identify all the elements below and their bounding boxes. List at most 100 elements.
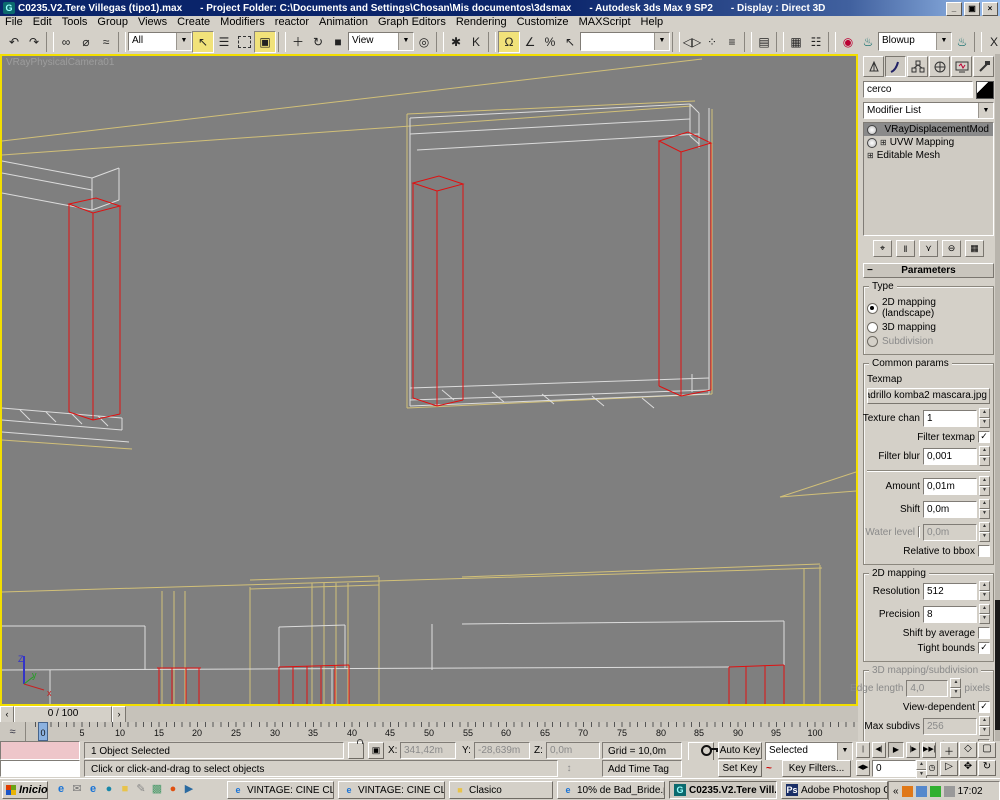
opera-quicklaunch-icon[interactable]: ● (166, 782, 180, 797)
spinner[interactable]: ▲ ▼ (979, 604, 990, 624)
radio-3d-mapping[interactable] (867, 322, 878, 333)
key-mode-toggle[interactable]: ◀▶ (856, 760, 870, 776)
undo-icon[interactable]: ↶ (4, 31, 24, 52)
precision-field[interactable]: 8 (923, 605, 977, 623)
motion-tab-icon[interactable] (929, 56, 950, 77)
menu-file[interactable]: File (0, 16, 28, 29)
tray-icon-1[interactable] (901, 785, 913, 797)
show-end-result-icon[interactable]: ‖ (896, 240, 915, 257)
modifier-on-bulb-icon[interactable] (867, 124, 877, 135)
stack-item-uvw-mapping[interactable]: ⊞ UVW Mapping (864, 136, 993, 149)
redo-icon[interactable]: ↷ (24, 31, 44, 52)
schematic-view-icon[interactable]: ☷ (806, 31, 826, 52)
messenger-quicklaunch-icon[interactable]: ● (102, 782, 116, 797)
maxscript-listener-pink[interactable] (0, 741, 80, 760)
modify-tab-icon[interactable] (885, 56, 906, 77)
fov-icon[interactable]: ▷ (940, 760, 958, 776)
restore-button[interactable]: ▣ (964, 2, 980, 16)
chevron-down-icon[interactable]: ▼ (654, 33, 669, 50)
x-coordinate-field[interactable]: 341,42m (400, 742, 456, 759)
render-type-dropdown[interactable]: Blowup ▼ (878, 32, 952, 51)
zoom-extents-icon[interactable]: ◇ (959, 742, 977, 758)
menu-tools[interactable]: Tools (57, 16, 93, 29)
selection-filter-dropdown[interactable]: All ▼ (128, 32, 192, 51)
tray-icon-4[interactable] (943, 785, 955, 797)
tray-chevron[interactable]: « (893, 786, 899, 797)
panel-scrollbar[interactable] (995, 54, 1000, 742)
snap-3d-icon[interactable]: Ω (498, 30, 520, 53)
modifier-list-dropdown[interactable]: Modifier List ▼ (863, 102, 994, 119)
max-subdivs-field[interactable]: 256 (923, 717, 977, 735)
taskbar-item-clasico[interactable]: ■ Clasico (449, 781, 553, 799)
add-time-tag[interactable]: Add Time Tag (602, 760, 682, 777)
texture-chan-field[interactable]: 1 (923, 409, 977, 427)
window-crossing-icon[interactable]: ▣ (254, 30, 276, 53)
ie-quicklaunch-icon[interactable]: e (54, 782, 68, 797)
menu-reactor[interactable]: reactor (270, 16, 314, 29)
y-coordinate-field[interactable]: -28,639m (474, 742, 530, 759)
ie-quicklaunch-icon[interactable]: e (86, 782, 100, 797)
menu-animation[interactable]: Animation (314, 16, 373, 29)
z-coordinate-field[interactable]: 0,0m (546, 742, 600, 759)
spinner[interactable]: ▲ ▼ (979, 499, 990, 519)
select-by-name-icon[interactable]: ☰ (214, 31, 234, 52)
auto-key-button[interactable]: Auto Key (718, 742, 762, 759)
shift-by-average-checkbox[interactable] (978, 627, 990, 639)
select-manipulate-icon[interactable]: ✱ (446, 31, 466, 52)
go-to-start-button[interactable]: |◀◀ (856, 742, 870, 767)
close-button[interactable]: × (982, 2, 998, 16)
radio-2d-mapping[interactable] (867, 302, 878, 314)
taskbar-item-vintage-1[interactable]: e VINTAGE: CINE CLA... (227, 781, 334, 799)
utilities-tab-icon[interactable] (973, 56, 994, 77)
minimize-button[interactable]: _ (946, 2, 962, 16)
parameters-rollout-header[interactable]: − Parameters (863, 263, 994, 278)
tray-icon-2[interactable] (915, 785, 927, 797)
start-button[interactable]: Inicio (2, 781, 48, 799)
bind-to-spacewarp-icon[interactable]: ≈ (96, 31, 116, 52)
angle-snap-icon[interactable]: ∠ (520, 31, 540, 52)
pan-hand-icon[interactable]: ✥ (959, 760, 977, 776)
maxscript-listener-white[interactable] (0, 760, 80, 777)
menu-rendering[interactable]: Rendering (451, 16, 512, 29)
pencil-quicklaunch-icon[interactable]: ✎ (134, 782, 148, 797)
unlink-selection-icon[interactable]: ⌀ (76, 31, 96, 52)
amount-field[interactable]: 0,01m (923, 477, 977, 495)
key-filters-button[interactable]: Key Filters... (782, 760, 851, 777)
filter-texmap-checkbox[interactable]: ✓ (978, 431, 990, 443)
shift-field[interactable]: 0,0m (923, 500, 977, 518)
chevron-down-icon[interactable]: ▼ (978, 103, 993, 118)
next-frame-button[interactable]: |▶ (906, 742, 920, 758)
previous-frame-button[interactable]: ◀| (872, 742, 886, 758)
taskbar-item-download[interactable]: e 10% de Bad_Bride.p... (557, 781, 665, 799)
axis-x-button[interactable]: X (984, 31, 1000, 52)
arc-rotate-icon[interactable]: ↻ (978, 760, 996, 776)
align-icon[interactable]: ≡ (722, 31, 742, 52)
time-configuration-icon[interactable]: ◷ (926, 760, 938, 776)
chevron-down-icon[interactable]: ▼ (176, 33, 191, 50)
select-object-icon[interactable]: ↖ (192, 30, 214, 53)
track-bar[interactable]: ≈ 0 5 10 15 20 25 30 35 40 45 50 55 60 6… (0, 722, 858, 742)
media-player-quicklaunch-icon[interactable]: ▶ (182, 782, 196, 797)
mail-quicklaunch-icon[interactable]: ✉ (70, 782, 84, 797)
folder-quicklaunch-icon[interactable]: ■ (118, 782, 132, 797)
curve-editor-icon[interactable]: ▦ (786, 31, 806, 52)
edit-named-selections-icon[interactable]: ↖ (560, 31, 580, 52)
menu-create[interactable]: Create (172, 16, 215, 29)
filter-blur-field[interactable]: 0,001 (923, 447, 977, 465)
layer-manager-icon[interactable]: ▤ (754, 31, 774, 52)
stack-item-vraydisplacementmod[interactable]: VRayDisplacementMod (864, 123, 993, 136)
key-curve-icon[interactable]: ~ (766, 760, 780, 777)
chevron-down-icon[interactable]: ▼ (936, 33, 951, 50)
mirror-icon[interactable]: ◁▷ (682, 31, 702, 52)
mini-curve-editor-icon[interactable]: ≈ (0, 722, 26, 741)
taskbar-item-3dsmax-active[interactable]: G C0235.V2.Tere Vill... (669, 781, 777, 799)
display-tab-icon[interactable] (951, 56, 972, 77)
menu-modifiers[interactable]: Modifiers (215, 16, 270, 29)
spinner[interactable]: ▲ ▼ (979, 408, 990, 428)
keyboard-override-icon[interactable]: K (466, 31, 486, 52)
select-move-icon[interactable]: ＋ (288, 31, 308, 52)
texmap-button[interactable]: el ladrillo komba2 mascara.jpg) (867, 388, 990, 404)
go-to-end-button[interactable]: ▶▶| (922, 742, 936, 758)
current-frame-field[interactable]: 0 (872, 760, 916, 777)
scrollbar-thumb[interactable] (995, 600, 1000, 730)
